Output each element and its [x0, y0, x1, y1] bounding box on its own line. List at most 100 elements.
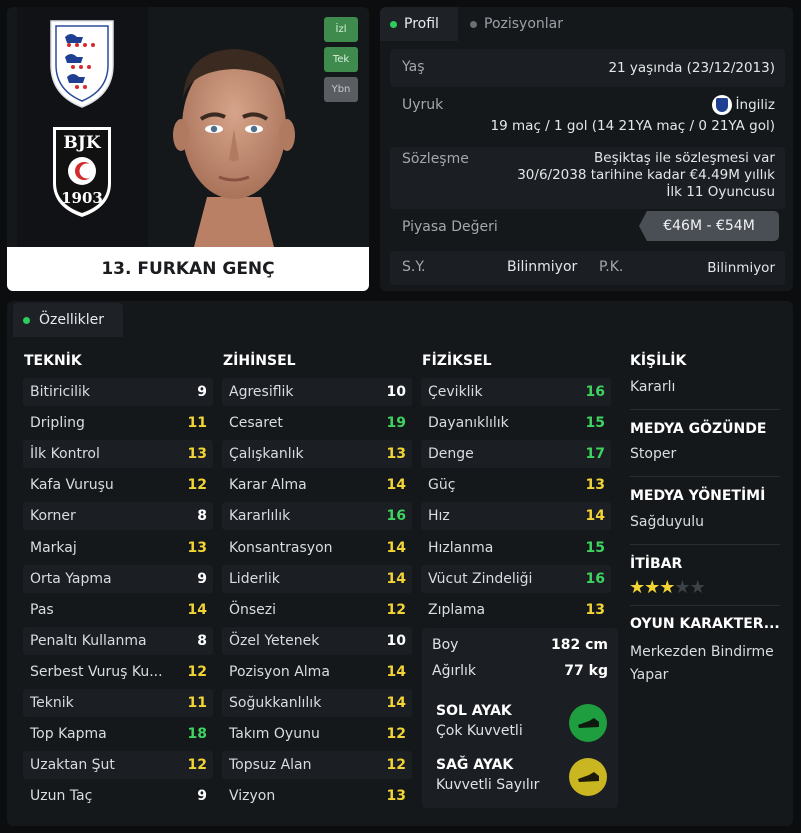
tab-profile[interactable]: Profil: [380, 7, 458, 41]
attribute-row[interactable]: Dayanıklılık 15: [421, 409, 611, 437]
attribute-row[interactable]: Karar Alma 14: [222, 471, 412, 499]
offer-button[interactable]: Tek: [324, 47, 358, 72]
nationality-value[interactable]: İngiliz: [736, 97, 775, 113]
attribute-name: Uzun Taç: [30, 788, 93, 805]
value-row: Piyasa Değeri €46M - €54M: [390, 209, 785, 249]
attribute-row[interactable]: Liderlik 14: [222, 564, 412, 593]
besiktas-crest-icon[interactable]: BJK 1903: [49, 123, 115, 223]
attribute-name: Topsuz Alan: [229, 757, 312, 774]
attribute-value: 14: [386, 539, 406, 556]
attribute-row[interactable]: Kararlılık 16: [222, 502, 412, 531]
mental-heading: ZİHİNSEL: [223, 353, 296, 369]
attribute-name: Top Kapma: [30, 726, 107, 743]
attribute-value: 13: [386, 446, 406, 463]
attribute-row[interactable]: Serbest Vuruş Ku... 12: [23, 658, 213, 686]
attribute-row[interactable]: Vücut Zindeliği 16: [421, 564, 611, 593]
attribute-row[interactable]: Zıplama 13: [421, 596, 611, 624]
england-flag-icon: [711, 95, 732, 115]
media-value: Stoper: [630, 446, 677, 462]
attribute-name: Dripling: [30, 415, 85, 432]
attribute-row[interactable]: Orta Yapma 9: [23, 564, 213, 593]
tab-attributes[interactable]: Özellikler: [13, 303, 123, 337]
emblems-panel: BJK 1903: [17, 7, 148, 247]
attribute-value: 16: [386, 508, 406, 525]
foreign-button[interactable]: Ybn: [324, 77, 358, 102]
england-crest-icon[interactable]: [47, 15, 117, 113]
attribute-row[interactable]: Bitiricilik 9: [23, 378, 213, 406]
attribute-value: 12: [386, 726, 406, 743]
attribute-row[interactable]: Top Kapma 18: [23, 720, 213, 748]
attribute-row[interactable]: Soğukkanlılık 14: [222, 689, 412, 717]
tab-profile-label: Profil: [404, 16, 439, 32]
svg-text:1903: 1903: [61, 189, 103, 207]
attribute-row[interactable]: Takım Oyunu 12: [222, 720, 412, 748]
attribute-row[interactable]: İlk Kontrol 13: [23, 440, 213, 469]
attribute-row[interactable]: Teknik 11: [23, 689, 213, 717]
attribute-row[interactable]: Cesaret 19: [222, 409, 412, 437]
media-title: MEDYA GÖZÜNDE: [630, 421, 767, 437]
attribute-name: Teknik: [30, 695, 74, 711]
height-label: Boy: [432, 637, 459, 653]
nationality-row: Uyruk İngiliz 19 maç / 1 gol (14 21YA ma…: [390, 89, 785, 147]
star-filled-icon: ★: [629, 577, 645, 598]
contract-row: Sözleşme Beşiktaş ile sözleşmesi var 30/…: [390, 147, 785, 209]
media-handling-value: Sağduyulu: [630, 514, 705, 530]
active-dot-icon: [390, 21, 397, 28]
age-value: 21 yaşında (23/12/2013): [608, 60, 775, 76]
tab-positions[interactable]: Pozisyonlar: [460, 7, 580, 41]
divider: [630, 544, 780, 545]
attribute-row[interactable]: Dripling 11: [23, 409, 213, 437]
attribute-row[interactable]: Penaltı Kullanma 8: [23, 626, 213, 655]
attribute-value: 8: [197, 508, 207, 525]
attribute-name: Uzaktan Şut: [30, 757, 115, 774]
scout-button[interactable]: İzl: [324, 17, 358, 42]
attribute-name: Vizyon: [229, 788, 276, 805]
attribute-value: 12: [386, 601, 406, 618]
attribute-name: Önsezi: [229, 601, 277, 618]
value-badge[interactable]: €46M - €54M: [639, 211, 779, 241]
attribute-row[interactable]: Pas 14: [23, 596, 213, 624]
divider: [630, 476, 780, 477]
attribute-value: 10: [386, 384, 406, 400]
attribute-row[interactable]: Denge 17: [421, 440, 611, 469]
reputation-stars: ★★★★★: [629, 577, 706, 598]
attribute-name: İlk Kontrol: [30, 446, 100, 463]
attribute-name: Özel Yetenek: [229, 632, 320, 649]
attribute-name: Serbest Vuruş Ku...: [30, 663, 163, 680]
attribute-row[interactable]: Çalışkanlık 13: [222, 440, 412, 469]
right-foot-title: SAĞ AYAK: [436, 757, 514, 773]
pk-value: Bilinmiyor: [707, 260, 775, 276]
attribute-row[interactable]: Konsantrasyon 14: [222, 534, 412, 562]
attribute-value: 13: [187, 539, 207, 556]
attribute-row[interactable]: Kafa Vuruşu 12: [23, 471, 213, 499]
attribute-value: 12: [187, 757, 207, 774]
attribute-value: 10: [386, 632, 406, 649]
attribute-value: 12: [386, 757, 406, 774]
left-foot-value: Çok Kuvvetli: [436, 723, 523, 739]
attribute-row[interactable]: Hızlanma 15: [421, 534, 611, 562]
value-text: €46M - €54M: [663, 218, 755, 234]
tab-positions-label: Pozisyonlar: [484, 16, 563, 32]
attribute-row[interactable]: Hız 14: [421, 502, 611, 531]
attribute-name: Orta Yapma: [30, 570, 112, 587]
attribute-name: Markaj: [30, 539, 77, 556]
attribute-row[interactable]: Markaj 13: [23, 534, 213, 562]
attribute-row[interactable]: Uzaktan Şut 12: [23, 751, 213, 780]
attribute-row[interactable]: Topsuz Alan 12: [222, 751, 412, 780]
star-empty-icon: ★: [674, 577, 690, 598]
attribute-row[interactable]: Vizyon 13: [222, 782, 412, 810]
attribute-row[interactable]: Uzun Taç 9: [23, 782, 213, 810]
attribute-row[interactable]: Korner 8: [23, 502, 213, 531]
attribute-row[interactable]: Pozisyon Alma 14: [222, 658, 412, 686]
age-label: Yaş: [402, 59, 425, 75]
left-boot-icon: [569, 704, 607, 742]
attribute-row[interactable]: Önsezi 12: [222, 596, 412, 624]
attribute-row[interactable]: Güç 13: [421, 471, 611, 499]
age-row: Yaş 21 yaşında (23/12/2013): [390, 49, 785, 87]
attribute-row[interactable]: Agresiflik 10: [222, 378, 412, 406]
physical-heading: FİZİKSEL: [422, 353, 492, 369]
attribute-row[interactable]: Çeviklik 16: [421, 378, 611, 406]
attributes-panel: Özellikler TEKNİK ZİHİNSEL FİZİKSEL Biti…: [7, 301, 793, 826]
attribute-row[interactable]: Özel Yetenek 10: [222, 626, 412, 655]
attribute-name: Agresiflik: [229, 384, 294, 400]
